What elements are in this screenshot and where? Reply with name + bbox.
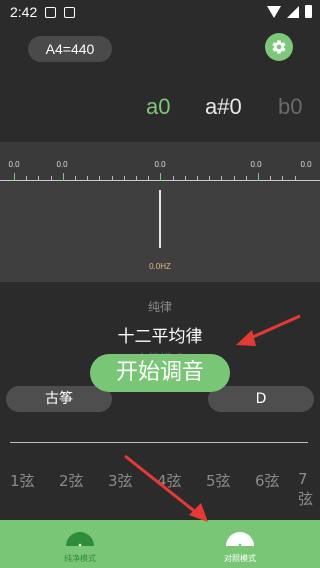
temperament-value[interactable]: 十二平均律 xyxy=(0,322,320,347)
tab-pure-mode[interactable]: 纯净模式 xyxy=(0,520,160,568)
battery-icon xyxy=(305,5,312,18)
string-item[interactable]: 7弦 xyxy=(298,470,320,509)
minor-tick xyxy=(246,176,247,181)
string-list: 1弦 2弦 3弦 4弦 5弦 6弦 7弦 xyxy=(0,470,320,508)
minor-tick xyxy=(136,176,137,181)
gear-icon xyxy=(272,40,286,54)
string-item[interactable]: 6弦 xyxy=(255,470,280,491)
notification-icon xyxy=(45,6,57,18)
bottom-tab-bar: 纯净模式 对照模式 xyxy=(0,520,320,568)
scale-label: 0.0 xyxy=(300,160,312,169)
minor-tick xyxy=(185,176,186,181)
minor-tick xyxy=(26,176,27,181)
minor-tick xyxy=(87,176,88,181)
scale-label: 0.0 xyxy=(8,160,20,169)
minor-tick xyxy=(209,176,210,181)
string-item[interactable]: 3弦 xyxy=(108,470,133,491)
minor-tick xyxy=(270,176,271,181)
reference-pitch-button[interactable]: A4=440 xyxy=(28,36,112,62)
minor-tick xyxy=(234,176,235,181)
divider xyxy=(10,442,308,443)
string-item[interactable]: 4弦 xyxy=(157,470,182,491)
minor-tick xyxy=(148,176,149,181)
minor-tick xyxy=(51,176,52,181)
minor-tick xyxy=(124,176,125,181)
current-note: a0 xyxy=(146,94,171,119)
tab-label: 对照模式 xyxy=(224,554,256,563)
string-item[interactable]: 5弦 xyxy=(206,470,231,491)
minor-tick xyxy=(75,176,76,181)
minor-tick xyxy=(221,176,222,181)
signal-icon xyxy=(287,5,299,18)
tuning-needle xyxy=(159,190,161,248)
tab-compare-mode[interactable]: 对照模式 xyxy=(160,520,320,568)
major-tick xyxy=(14,173,15,181)
scale-label: 0.0 xyxy=(154,160,166,169)
status-time: 2:42 xyxy=(10,4,38,20)
frequency-readout: 0.0HZ xyxy=(149,262,171,271)
next-note-2: b0 xyxy=(278,94,303,119)
start-tuning-button[interactable]: 开始调音 xyxy=(90,354,230,392)
minor-tick xyxy=(112,176,113,181)
minor-tick xyxy=(282,176,283,181)
string-item[interactable]: 2弦 xyxy=(59,470,84,491)
note-row: a0 a#0 b0 xyxy=(0,94,320,124)
minor-tick xyxy=(99,176,100,181)
minor-tick xyxy=(173,176,174,181)
notification-icon-2 xyxy=(64,6,76,18)
tuning-meter: 0.0 0.0 0.0 0.0 0.0 0.0HZ xyxy=(0,142,320,282)
scale-label: 0.0 xyxy=(56,160,68,169)
minor-tick xyxy=(295,176,296,181)
next-note: a#0 xyxy=(205,94,242,119)
tab-label: 纯净模式 xyxy=(64,554,96,563)
major-tick xyxy=(63,173,64,181)
string-item[interactable]: 1弦 xyxy=(10,470,35,491)
instrument-select[interactable]: 古筝 xyxy=(6,386,112,412)
meter-icon xyxy=(66,532,94,547)
major-tick xyxy=(258,173,259,181)
minor-tick xyxy=(197,176,198,181)
wifi-icon xyxy=(267,5,281,18)
temperament-label: 纯律 xyxy=(147,300,172,314)
meter-icon xyxy=(226,532,254,547)
settings-button[interactable] xyxy=(265,33,293,61)
scale-label: 0.0 xyxy=(250,160,262,169)
minor-tick xyxy=(38,176,39,181)
major-tick xyxy=(160,173,161,181)
key-select[interactable]: D xyxy=(208,386,314,412)
status-bar: 2:42 xyxy=(0,0,320,24)
